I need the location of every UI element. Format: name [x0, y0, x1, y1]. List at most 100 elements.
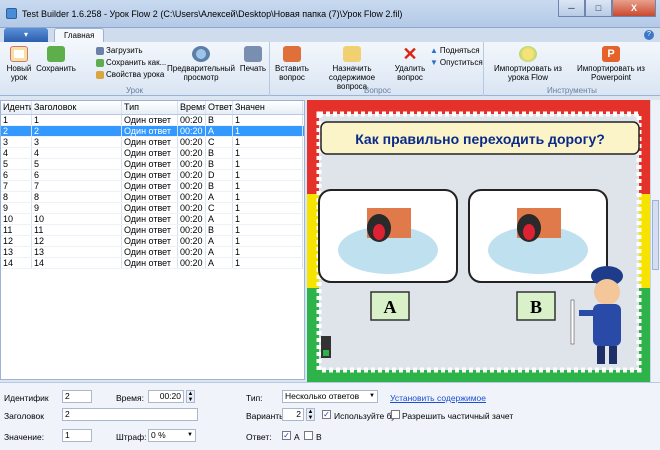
import-flow-button[interactable]: Импортировать из урока Flow — [490, 46, 566, 82]
arrow-up-icon: ▲ — [430, 46, 438, 55]
value-field[interactable]: 1 — [62, 429, 92, 442]
save-as-icon — [96, 58, 104, 67]
penguin-belly-a — [373, 224, 385, 240]
allow-partial-label: Разрешить частичный зачет — [402, 411, 514, 421]
table-row[interactable]: 10 10 Один ответ 00:20 A 1 — [1, 214, 304, 225]
table-cell: 00:20 — [178, 137, 206, 147]
table-row[interactable]: 3 3 Один ответ 00:20 C 1 — [1, 137, 304, 148]
table-cell: 1 — [233, 225, 303, 235]
table-cell: 2 — [1, 126, 32, 136]
table-cell: 5 — [32, 159, 122, 169]
table-cell: 00:20 — [178, 225, 206, 235]
answer-b-checkbox[interactable] — [304, 431, 313, 440]
column-header[interactable]: Ответ — [206, 101, 233, 114]
table-cell: 00:20 — [178, 203, 206, 213]
table-cell: 9 — [32, 203, 122, 213]
assign-content-button[interactable]: Назначить содержимое вопроса — [314, 46, 390, 91]
table-cell: 7 — [1, 181, 32, 191]
table-cell: 00:20 — [178, 214, 206, 224]
table-cell: 00:20 — [178, 159, 206, 169]
question-icon — [283, 46, 301, 62]
table-row[interactable]: 12 12 Один ответ 00:20 A 1 — [1, 236, 304, 247]
table-row[interactable]: 13 13 Один ответ 00:20 A 1 — [1, 247, 304, 258]
app-icon — [6, 8, 17, 19]
table-cell: Один ответ — [122, 115, 178, 125]
table-cell: 1 — [1, 115, 32, 125]
answer-a-label: A — [294, 432, 300, 442]
answer-label: Ответ: — [246, 432, 272, 442]
table-cell: 14 — [32, 258, 122, 268]
ribbon: Новый урок Сохранить Загрузить Сохранить… — [0, 42, 660, 96]
preview-button[interactable]: Предварительный просмотр — [166, 46, 236, 82]
column-header[interactable]: Время — [178, 101, 206, 114]
minimize-button[interactable]: ─ — [558, 0, 585, 17]
magnifier-icon — [192, 46, 210, 62]
id-field[interactable]: 2 — [62, 390, 92, 403]
time-field[interactable]: 00:20 — [148, 390, 184, 403]
table-cell: 2 — [32, 126, 122, 136]
chevron-down-icon: ▼ — [187, 432, 193, 438]
penalty-select[interactable]: 0 % ▼ — [148, 429, 196, 442]
answer-a-checkbox[interactable]: ✓ — [282, 431, 291, 440]
table-cell: 11 — [1, 225, 32, 235]
maximize-button[interactable]: □ — [585, 0, 612, 17]
time-stepper[interactable]: ▲ ▼ — [186, 390, 195, 403]
table-cell: 9 — [1, 203, 32, 213]
table-cell: A — [206, 126, 233, 136]
table-cell: 1 — [233, 258, 303, 268]
close-button[interactable]: X — [612, 0, 656, 17]
new-lesson-button[interactable]: Новый урок — [4, 46, 34, 82]
table-row[interactable]: 5 5 Один ответ 00:20 B 1 — [1, 159, 304, 170]
app-menu-button[interactable]: ▾ — [4, 28, 48, 42]
import-powerpoint-button[interactable]: P Импортировать из Powerpoint — [568, 46, 654, 82]
table-cell: Один ответ — [122, 258, 178, 268]
print-button[interactable]: Печать — [238, 46, 268, 73]
table-cell: 1 — [233, 181, 303, 191]
table-cell: 1 — [233, 115, 303, 125]
variants-stepper[interactable]: ▲ ▼ — [306, 408, 315, 421]
table-row[interactable]: 6 6 Один ответ 00:20 D 1 — [1, 170, 304, 181]
table-row[interactable]: 1 1 Один ответ 00:20 B 1 — [1, 115, 304, 126]
table-row[interactable]: 14 14 Один ответ 00:20 A 1 — [1, 258, 304, 269]
table-row[interactable]: 2 2 Один ответ 00:20 A 1 — [1, 126, 304, 137]
table-cell: B — [206, 159, 233, 169]
save-button[interactable]: Сохранить — [36, 46, 76, 73]
delete-question-button[interactable]: ✕ Удалить вопрос — [392, 45, 428, 82]
move-down-button[interactable]: ▼ Опуститься — [430, 58, 483, 67]
type-select[interactable]: Несколько ответов ▼ — [282, 390, 378, 403]
insert-question-button[interactable]: Вставить вопрос — [274, 46, 310, 82]
column-header[interactable]: Заголовок — [32, 101, 122, 114]
save-as-button[interactable]: Сохранить как... — [96, 58, 166, 67]
mini-traffic-light-icon — [321, 336, 331, 358]
column-header[interactable]: Значен — [233, 101, 303, 114]
column-header[interactable]: Тип — [122, 101, 178, 114]
variants-field[interactable]: 2 — [282, 408, 304, 421]
table-cell: 00:20 — [178, 236, 206, 246]
table-cell: 1 — [233, 170, 303, 180]
scrollbar-thumb[interactable] — [652, 200, 659, 270]
lesson-properties-button[interactable]: Свойства урока — [96, 70, 164, 79]
set-content-link[interactable]: Установить содержимое — [390, 393, 486, 403]
table-cell: Один ответ — [122, 214, 178, 224]
table-row[interactable]: 4 4 Один ответ 00:20 B 1 — [1, 148, 304, 159]
table-row[interactable]: 9 9 Один ответ 00:20 C 1 — [1, 203, 304, 214]
table-row[interactable]: 11 11 Один ответ 00:20 B 1 — [1, 225, 304, 236]
table-cell: 00:20 — [178, 115, 206, 125]
table-row[interactable]: 7 7 Один ответ 00:20 B 1 — [1, 181, 304, 192]
column-header[interactable]: Идентиф — [1, 101, 32, 114]
table-cell: A — [206, 247, 233, 257]
table-cell: A — [206, 258, 233, 268]
load-button[interactable]: Загрузить — [96, 46, 143, 55]
table-cell: B — [206, 148, 233, 158]
tab-home[interactable]: Главная — [54, 28, 105, 42]
group-label-lesson: Урок — [125, 86, 144, 95]
slide-scrollbar[interactable] — [650, 100, 660, 382]
table-cell: 3 — [32, 137, 122, 147]
table-row[interactable]: 8 8 Один ответ 00:20 A 1 — [1, 192, 304, 203]
use-all-checkbox[interactable]: ✓ — [322, 410, 331, 419]
group-lesson: Новый урок Сохранить Загрузить Сохранить… — [0, 42, 270, 96]
title-field[interactable]: 2 — [62, 408, 198, 421]
help-icon[interactable]: ? — [644, 30, 654, 40]
allow-partial-checkbox[interactable] — [391, 410, 400, 419]
move-up-button[interactable]: ▲ Подняться — [430, 46, 480, 55]
